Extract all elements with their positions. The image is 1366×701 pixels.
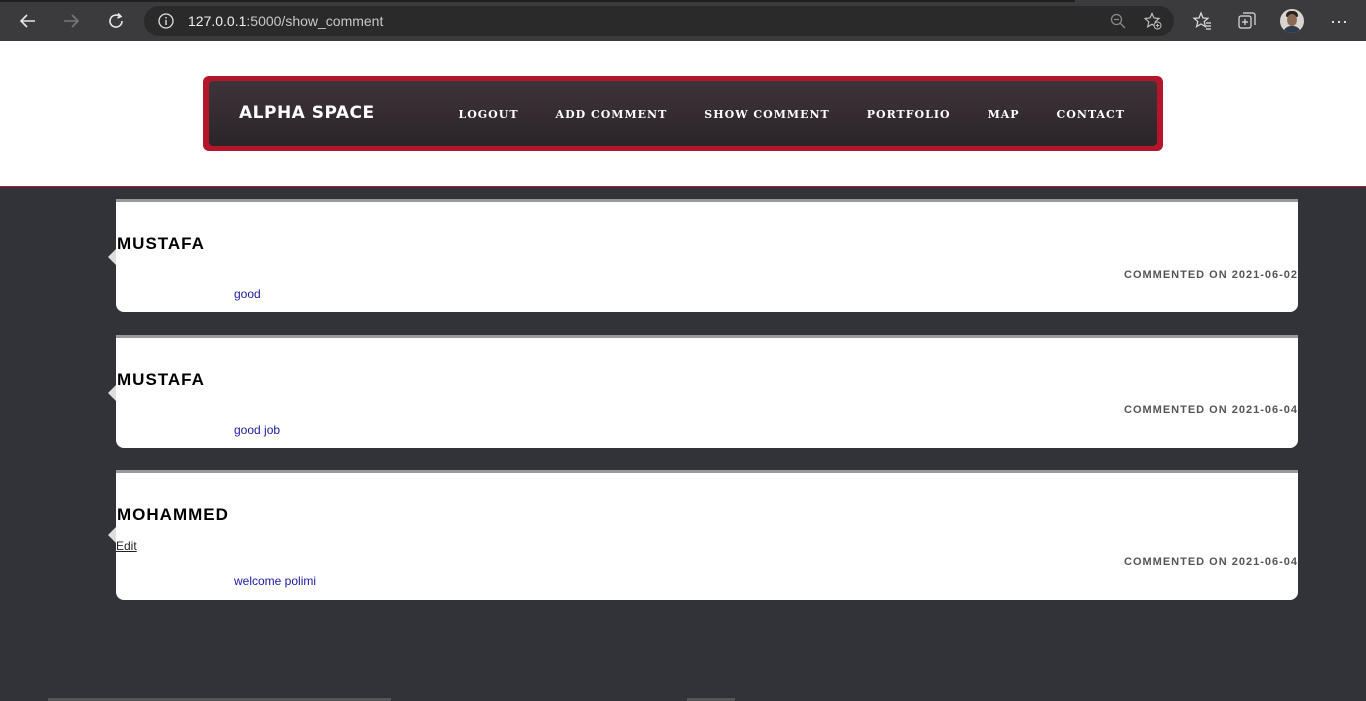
comment-date: COMMENTED ON 2021-06-04 (1124, 556, 1298, 568)
forward-button[interactable] (58, 8, 84, 34)
avatar-face (1287, 14, 1297, 26)
back-button[interactable] (15, 8, 41, 34)
comment-text: good job (234, 423, 281, 437)
menu-portfolio[interactable]: PORTFOLIO (867, 108, 951, 121)
url-path: :5000/show_comment (246, 13, 384, 29)
profile-avatar[interactable] (1280, 9, 1304, 33)
collections-icon[interactable] (1237, 11, 1257, 31)
comment-card: MUSTAFA COMMENTED ON 2021-06-02 good (108, 199, 1298, 312)
site-info-icon[interactable] (158, 13, 174, 29)
comment-text: welcome polimi (234, 574, 317, 588)
comment-date: COMMENTED ON 2021-06-02 (1124, 269, 1298, 281)
browser-toolbar: 127.0.0.1:5000/show_comment ⋯ (0, 0, 1366, 41)
comment-text: good (234, 287, 261, 301)
comment-pointer (108, 385, 116, 401)
reload-button[interactable] (103, 8, 129, 34)
avatar-shirt (1283, 26, 1301, 33)
address-bar[interactable]: 127.0.0.1:5000/show_comment (144, 6, 1174, 36)
url-host: 127.0.0.1 (188, 13, 247, 29)
comment-card: MOHAMMED Edit COMMENTED ON 2021-06-04 we… (108, 470, 1298, 600)
more-options-icon[interactable]: ⋯ (1330, 12, 1349, 33)
site-header: ALPHA SPACE LOGOUT ADD COMMENT SHOW COMM… (0, 41, 1366, 187)
tab-strip-edge (0, 0, 1075, 2)
menu-logout[interactable]: LOGOUT (458, 108, 518, 121)
menu-add-comment[interactable]: ADD COMMENT (556, 108, 668, 121)
navbar: ALPHA SPACE LOGOUT ADD COMMENT SHOW COMM… (209, 81, 1157, 146)
back-arrow-icon (19, 14, 35, 28)
navbar-frame: ALPHA SPACE LOGOUT ADD COMMENT SHOW COMM… (203, 76, 1163, 151)
url-text[interactable]: 127.0.0.1:5000/show_comment (188, 13, 383, 29)
add-favorite-icon[interactable] (1144, 12, 1162, 30)
comment-pointer (108, 249, 116, 265)
menu-map[interactable]: MAP (988, 108, 1020, 121)
comment-author: MOHAMMED (117, 505, 229, 524)
main-menu: LOGOUT ADD COMMENT SHOW COMMENT PORTFOLI… (421, 108, 1125, 121)
comment-author: MUSTAFA (117, 370, 205, 389)
site-brand[interactable]: ALPHA SPACE (239, 103, 375, 123)
menu-show-comment[interactable]: SHOW COMMENT (704, 108, 829, 121)
forward-arrow-icon (64, 14, 80, 28)
edit-comment-link[interactable]: Edit (116, 539, 137, 553)
page-viewport: ALPHA SPACE LOGOUT ADD COMMENT SHOW COMM… (0, 41, 1366, 701)
menu-contact[interactable]: CONTACT (1057, 108, 1125, 121)
comment-date: COMMENTED ON 2021-06-04 (1124, 404, 1298, 416)
comment-card: MUSTAFA COMMENTED ON 2021-06-04 good job (108, 335, 1298, 448)
favorites-icon[interactable] (1192, 11, 1212, 31)
comment-author: MUSTAFA (117, 234, 205, 253)
reload-icon (109, 12, 123, 28)
comment-pointer (108, 527, 116, 543)
zoom-out-icon[interactable] (1110, 13, 1126, 29)
